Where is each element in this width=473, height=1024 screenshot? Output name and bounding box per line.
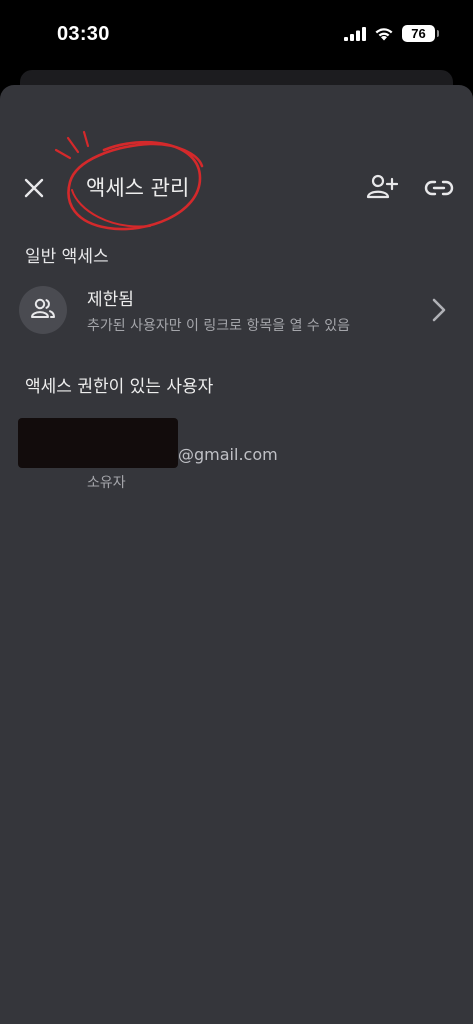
user-email: @gmail.com xyxy=(178,445,278,464)
add-person-icon[interactable] xyxy=(366,173,398,201)
signal-icon xyxy=(344,26,366,41)
general-access-heading: 일반 액세스 xyxy=(25,247,109,267)
battery-icon: 76 xyxy=(402,25,439,42)
people-icon-avatar xyxy=(19,286,67,334)
link-icon[interactable] xyxy=(424,175,454,201)
user-role: 소유자 xyxy=(87,475,126,491)
redacted-user-info xyxy=(18,418,178,468)
users-with-access-heading: 액세스 권한이 있는 사용자 xyxy=(25,377,214,397)
status-time: 03:30 xyxy=(57,23,110,45)
user-list-item[interactable]: @gmail.com 소유자 xyxy=(0,412,473,496)
access-level-title: 제한됨 xyxy=(87,290,134,310)
close-icon[interactable] xyxy=(22,176,46,200)
manage-access-sheet xyxy=(0,85,473,1024)
status-icons: 76 xyxy=(344,25,439,42)
access-level-description: 추가된 사용자만 이 링크로 항목을 열 수 있음 xyxy=(87,318,350,334)
chevron-right-icon xyxy=(432,298,446,322)
people-icon xyxy=(31,298,55,318)
wifi-icon xyxy=(375,28,393,41)
page-title: 액세스 관리 xyxy=(86,176,190,200)
status-bar: 03:30 76 xyxy=(0,0,473,70)
general-access-row[interactable]: 제한됨 추가된 사용자만 이 링크로 항목을 열 수 있음 xyxy=(0,278,473,342)
